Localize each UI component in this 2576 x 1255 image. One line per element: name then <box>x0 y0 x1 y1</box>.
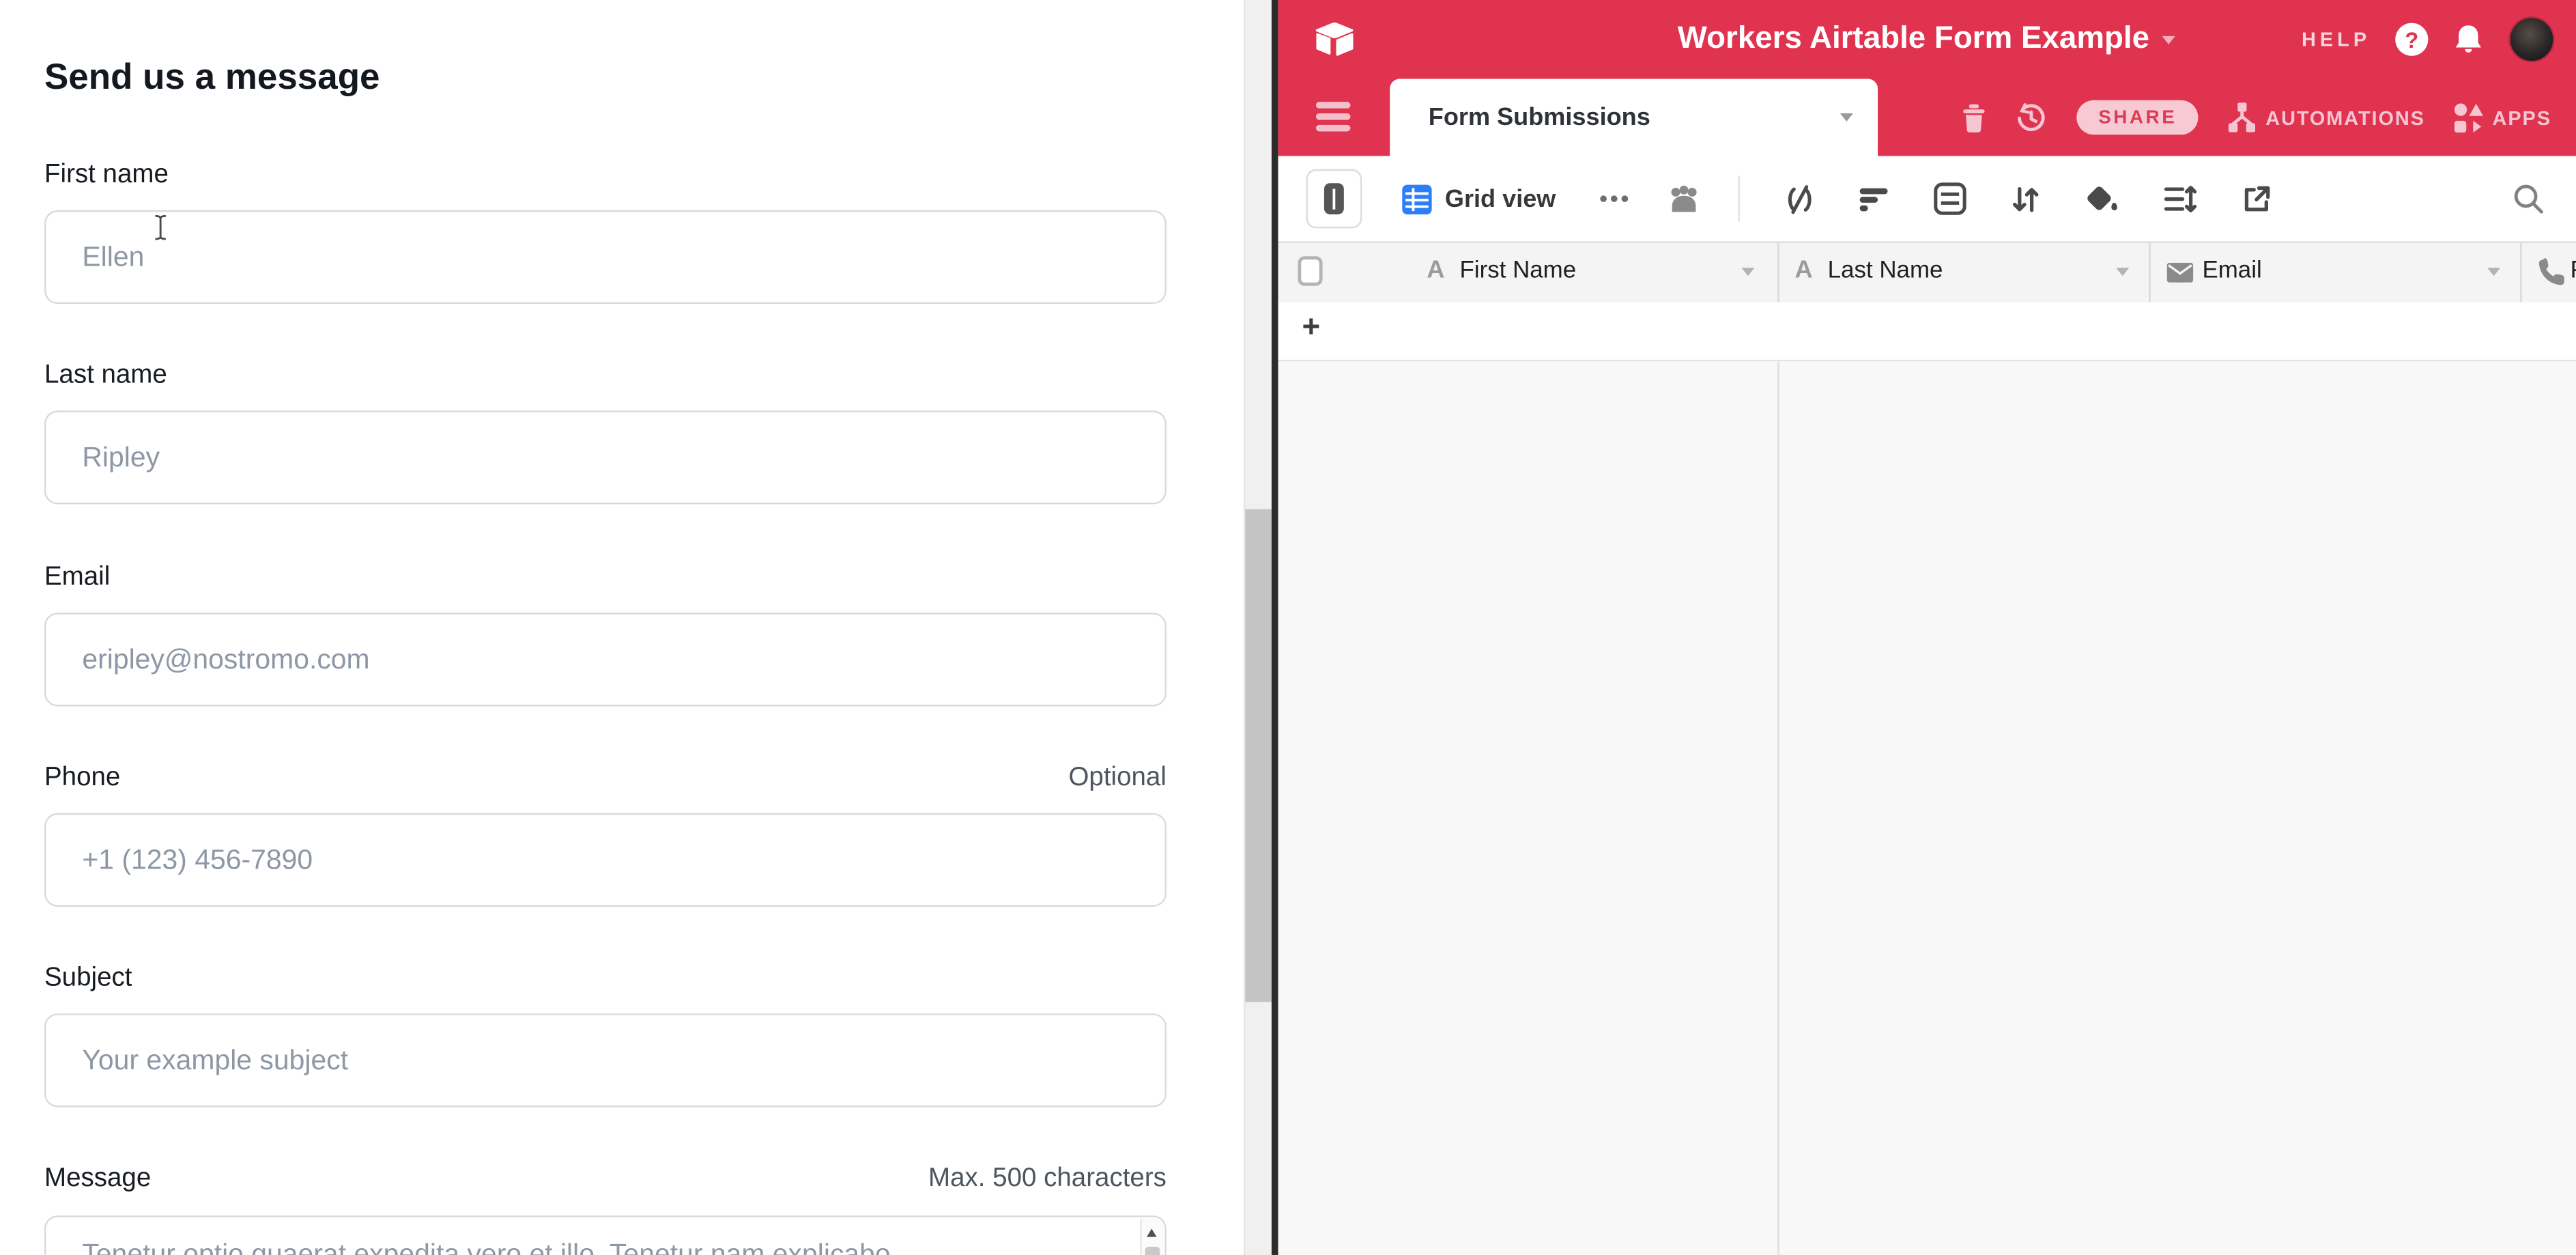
group-icon <box>1934 182 1966 215</box>
toolbar-divider <box>1738 175 1740 221</box>
email-field-type-icon <box>2166 263 2192 283</box>
text-field-type-icon: A <box>1795 256 1813 284</box>
window-divider <box>1272 0 1277 1255</box>
column-header-first-name[interactable]: A First Name <box>1277 243 1777 302</box>
left-pane-scrollbar-thumb[interactable] <box>1245 509 1272 1002</box>
column-chevron-icon[interactable] <box>2487 268 2500 276</box>
airtable-topbar: Workers Airtable Form Example HELP ? <box>1277 0 2576 79</box>
view-options-button[interactable] <box>1599 194 1630 203</box>
apps-icon <box>2453 102 2485 133</box>
view-name: Grid view <box>1445 185 1556 213</box>
color-icon <box>2085 183 2119 214</box>
automations-button[interactable]: AUTOMATIONS <box>2227 102 2425 133</box>
last-name-label: Last name <box>44 361 167 391</box>
email-label: Email <box>44 563 110 593</box>
scroll-up-arrow-icon[interactable] <box>1147 1228 1156 1237</box>
base-title: Workers Airtable Form Example <box>1678 21 2149 57</box>
table-header-row: A First Name A Last Name Email <box>1277 242 2576 304</box>
email-input[interactable] <box>44 612 1167 706</box>
phone-input[interactable] <box>44 813 1167 907</box>
subject-input[interactable] <box>44 1013 1167 1107</box>
filter-button[interactable] <box>1860 183 1889 214</box>
form-heading: Send us a message <box>44 56 380 99</box>
message-text: Tenetur optio quaerat expedita vero et i… <box>82 1239 1119 1255</box>
bell-icon[interactable] <box>2453 23 2485 56</box>
grid-body <box>1277 361 2576 1255</box>
tab-chevron-down-icon <box>1840 113 1852 122</box>
first-name-label: First name <box>44 161 169 191</box>
column-header-email[interactable]: Email <box>2148 243 2519 302</box>
grid-view-button[interactable]: Grid view <box>1401 183 1556 214</box>
tab-form-submissions[interactable]: Form Submissions <box>1389 79 1877 156</box>
text-field-type-icon: A <box>1427 256 1444 284</box>
primary-column-separator <box>1777 361 1778 1255</box>
share-button[interactable]: SHARE <box>2077 100 2199 135</box>
share-view-icon <box>2241 183 2272 214</box>
message-scrollbar[interactable] <box>1140 1219 1163 1255</box>
apps-label: APPS <box>2493 106 2551 129</box>
filter-icon <box>1860 183 1889 214</box>
help-button[interactable]: HELP <box>2302 28 2371 51</box>
collaborators-icon <box>1666 183 1702 214</box>
hide-fields-icon <box>1784 183 1816 214</box>
sort-button[interactable] <box>2011 183 2040 214</box>
trash-icon[interactable] <box>1962 102 1987 132</box>
view-toolbar: Grid view <box>1277 156 2576 242</box>
views-sidebar-toggle[interactable] <box>1305 169 1361 229</box>
apps-button[interactable]: APPS <box>2453 102 2551 133</box>
search-button[interactable] <box>2512 182 2547 216</box>
automations-label: AUTOMATIONS <box>2265 106 2425 129</box>
column-header-last-name[interactable]: A Last Name <box>1777 243 2148 302</box>
subject-label: Subject <box>44 964 132 993</box>
screenshot-root: Send us a message First name Last name E… <box>0 0 2576 1255</box>
share-label: SHARE <box>2098 108 2177 128</box>
message-textarea[interactable]: Tenetur optio quaerat expedita vero et i… <box>44 1215 1167 1255</box>
color-button[interactable] <box>2085 183 2119 214</box>
row-height-icon <box>2164 183 2196 214</box>
message-maxchars-hint: Max. 500 characters <box>928 1165 1167 1194</box>
share-view-button[interactable] <box>2241 183 2272 214</box>
phone-field-type-icon <box>2536 258 2564 286</box>
plus-icon: + <box>1302 311 1320 347</box>
text-cursor-icon <box>153 214 169 242</box>
group-button[interactable] <box>1934 182 1966 215</box>
message-label: Message <box>44 1165 151 1194</box>
select-all-checkbox[interactable] <box>1297 256 1321 285</box>
column-chevron-icon[interactable] <box>2115 268 2128 276</box>
left-pane-scrollbar[interactable] <box>1244 0 1272 1255</box>
column-header-phone[interactable]: P <box>2519 243 2576 302</box>
grid-view-icon <box>1401 183 1432 214</box>
collaborators-button[interactable] <box>1666 183 1702 214</box>
table-tabs-bar: Form Submissions SHARE <box>1277 79 2576 156</box>
column-chevron-icon[interactable] <box>1741 268 1754 276</box>
hamburger-menu-icon[interactable] <box>1315 102 1350 131</box>
add-record-row[interactable]: + <box>1277 302 2576 362</box>
history-icon[interactable] <box>2015 101 2050 134</box>
contact-form-pane: Send us a message First name Last name E… <box>0 0 1219 1255</box>
automations-icon <box>2227 102 2258 133</box>
sort-icon <box>2011 183 2040 214</box>
tab-label: Form Submissions <box>1429 79 1650 156</box>
search-icon <box>2512 182 2547 216</box>
airtable-pane: Workers Airtable Form Example HELP ? For… <box>1277 0 2576 1255</box>
last-name-input[interactable] <box>44 410 1167 504</box>
first-name-input[interactable] <box>44 210 1167 304</box>
hide-fields-button[interactable] <box>1784 183 1816 214</box>
chevron-down-icon <box>2162 36 2175 44</box>
message-scrollbar-thumb[interactable] <box>1144 1247 1159 1255</box>
help-question-icon[interactable]: ? <box>2395 23 2428 56</box>
phone-label: Phone <box>44 764 120 793</box>
phone-optional-hint: Optional <box>1068 764 1166 793</box>
user-avatar[interactable] <box>2508 16 2554 62</box>
dots-menu-icon <box>1599 194 1630 203</box>
row-height-button[interactable] <box>2164 183 2196 214</box>
